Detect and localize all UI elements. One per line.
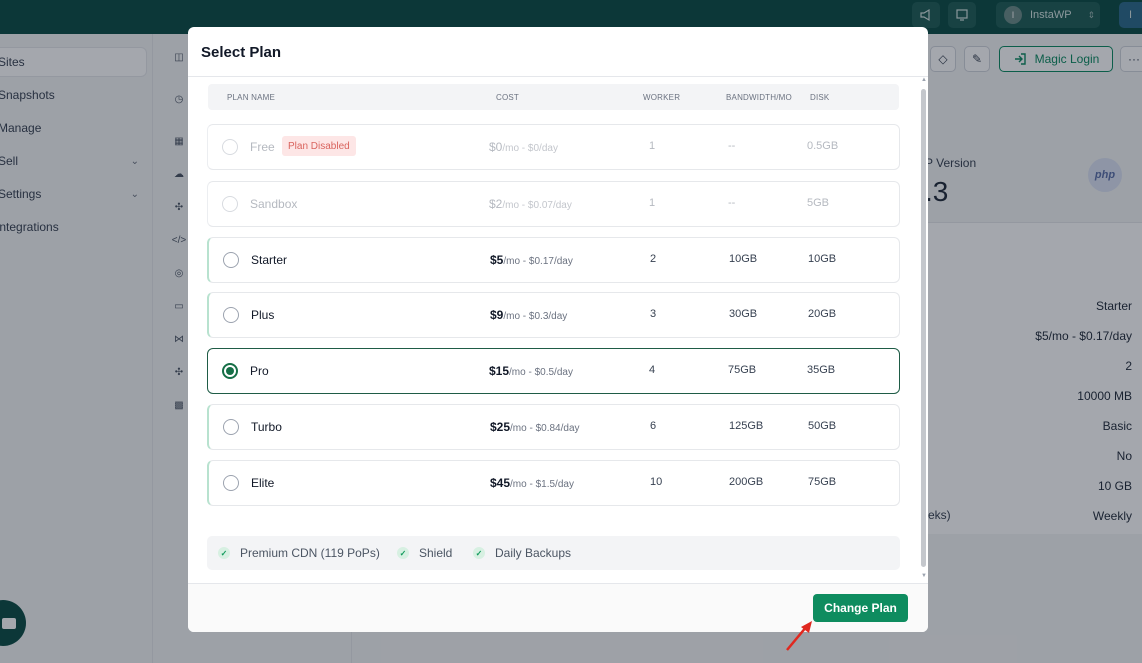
plan-cost: $9/mo - $0.3/day: [490, 308, 567, 322]
plan-worker: 4: [649, 364, 656, 376]
plan-price: $45: [490, 476, 511, 490]
plan-price-period: /mo - $0.17/day: [503, 256, 573, 267]
plan-price: $5: [490, 253, 504, 267]
plan-cost: $45/mo - $1.5/day: [490, 476, 574, 490]
plan-price: $15: [489, 364, 510, 378]
feature-item: ✓ Daily Backups: [473, 546, 571, 560]
plan-disk: 50GB: [808, 420, 837, 432]
plan-bandwidth: 200GB: [729, 476, 764, 488]
plan-radio[interactable]: [223, 419, 239, 435]
plan-name: Free: [250, 140, 275, 154]
feature-item: ✓ Shield: [397, 546, 452, 560]
annotation-arrow-icon: [786, 621, 812, 651]
column-header-plan-name: PLAN NAME: [227, 93, 276, 102]
check-icon: ✓: [473, 547, 485, 559]
plan-row-sandbox: Sandbox $2/mo - $0.07/day 1 -- 5GB: [207, 181, 900, 227]
check-icon: ✓: [397, 547, 409, 559]
plan-name: Plus: [251, 308, 275, 322]
plan-cost: $25/mo - $0.84/day: [490, 420, 580, 434]
plan-cost: $0/mo - $0/day: [489, 140, 558, 154]
plan-table-header: PLAN NAME COST WORKER BANDWIDTH/MO DISK: [208, 84, 899, 110]
modal-scrollbar[interactable]: [921, 89, 926, 567]
plan-bandwidth: 30GB: [729, 308, 758, 320]
plan-cost: $2/mo - $0.07/day: [489, 197, 572, 211]
divider: [188, 76, 928, 77]
plan-worker: 6: [650, 420, 657, 432]
plan-name: Starter: [251, 253, 288, 267]
feature-label: Premium CDN (119 PoPs): [240, 546, 380, 560]
plan-price-period: /mo - $0/day: [502, 143, 558, 154]
plan-worker: 1: [649, 140, 656, 152]
plan-bandwidth: --: [728, 197, 736, 209]
column-header-disk: DISK: [810, 93, 830, 102]
plan-price-period: /mo - $0.5/day: [509, 367, 573, 378]
plan-name: Turbo: [251, 420, 282, 434]
plan-disk: 20GB: [808, 308, 837, 320]
column-header-worker: WORKER: [643, 93, 681, 102]
scroll-up-icon[interactable]: ▲: [921, 77, 927, 83]
feature-label: Daily Backups: [495, 546, 572, 560]
plan-bandwidth: 10GB: [729, 253, 758, 265]
plan-row-free: Free Plan Disabled $0/mo - $0/day 1 -- 0…: [207, 124, 900, 170]
plan-row-plus[interactable]: Plus $9/mo - $0.3/day 3 30GB 20GB: [207, 292, 900, 338]
plan-radio: [222, 139, 238, 155]
plan-worker: 10: [650, 476, 663, 488]
plan-name: Elite: [251, 476, 275, 490]
plan-disk: 10GB: [808, 253, 837, 265]
plan-price-period: /mo - $0.07/day: [502, 200, 572, 211]
plan-worker: 1: [649, 197, 656, 209]
plan-radio[interactable]: [223, 252, 239, 268]
plan-cost: $15/mo - $0.5/day: [489, 364, 573, 378]
scroll-down-icon[interactable]: ▼: [921, 573, 927, 579]
change-plan-button[interactable]: Change Plan: [813, 594, 908, 622]
plan-bandwidth: --: [728, 140, 736, 152]
plan-bandwidth: 75GB: [728, 364, 757, 376]
plan-cost: $5/mo - $0.17/day: [490, 253, 573, 267]
plan-price: $2: [489, 197, 503, 211]
plan-row-pro[interactable]: Pro $15/mo - $0.5/day 4 75GB 35GB: [207, 348, 900, 394]
plan-radio: [222, 196, 238, 212]
plan-bandwidth: 125GB: [729, 420, 764, 432]
plan-worker: 3: [650, 308, 657, 320]
plan-radio-selected[interactable]: [222, 363, 238, 379]
plan-radio[interactable]: [223, 307, 239, 323]
plan-disk: 0.5GB: [807, 140, 839, 152]
plan-disk: 35GB: [807, 364, 836, 376]
plan-row-turbo[interactable]: Turbo $25/mo - $0.84/day 6 125GB 50GB: [207, 404, 900, 450]
column-header-bandwidth: BANDWIDTH/MO: [726, 93, 792, 102]
plan-disabled-badge: Plan Disabled: [282, 136, 356, 156]
plan-features: ✓ Premium CDN (119 PoPs) ✓ Shield ✓ Dail…: [207, 536, 900, 570]
check-icon: ✓: [218, 547, 230, 559]
plan-row-starter[interactable]: Starter $5/mo - $0.17/day 2 10GB 10GB: [207, 237, 900, 283]
plan-price: $25: [490, 420, 511, 434]
plan-disk: 75GB: [808, 476, 837, 488]
plan-price: $9: [490, 308, 504, 322]
plan-worker: 2: [650, 253, 657, 265]
plan-price-period: /mo - $0.84/day: [510, 423, 580, 434]
plan-radio[interactable]: [223, 475, 239, 491]
plan-price-period: /mo - $1.5/day: [510, 479, 574, 490]
plan-row-elite[interactable]: Elite $45/mo - $1.5/day 10 200GB 75GB: [207, 460, 900, 506]
plan-price: $0: [489, 140, 503, 154]
plan-price-period: /mo - $0.3/day: [503, 311, 568, 322]
modal-title: Select Plan: [201, 44, 282, 61]
plan-name: Pro: [250, 364, 269, 378]
feature-label: Shield: [419, 546, 453, 560]
column-header-cost: COST: [496, 93, 520, 102]
select-plan-modal: Select Plan PLAN NAME COST WORKER BANDWI…: [188, 27, 928, 632]
plan-name: Sandbox: [250, 197, 298, 211]
plan-disk: 5GB: [807, 197, 830, 209]
feature-item: ✓ Premium CDN (119 PoPs): [218, 546, 380, 560]
